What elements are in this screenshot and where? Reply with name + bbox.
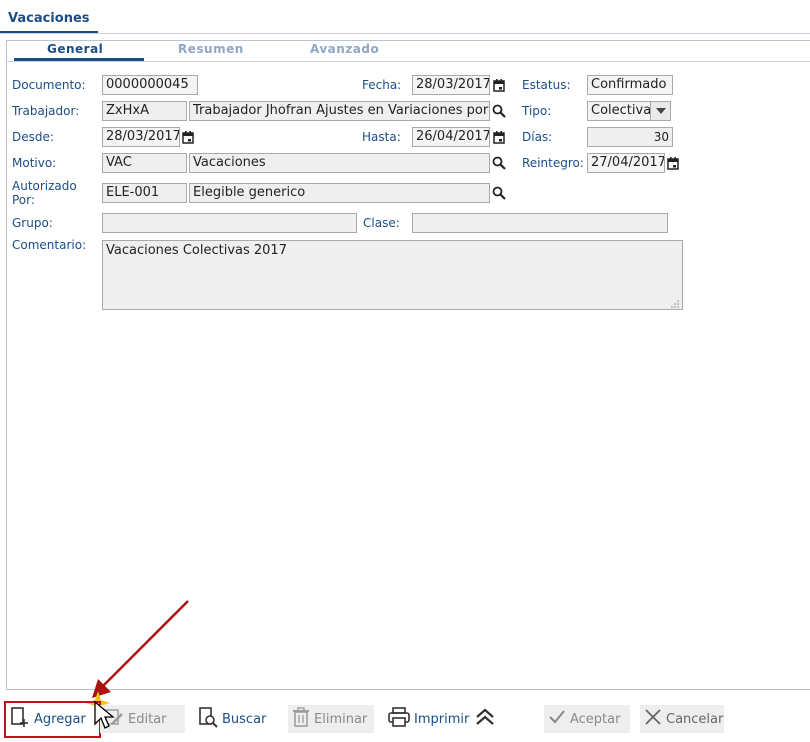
window-tab-divider xyxy=(0,33,810,34)
autorizado-label-line1: Autorizado xyxy=(12,179,77,193)
cancelar-label: Cancelar xyxy=(666,711,724,727)
autorizado-label-line2: Por: xyxy=(12,193,35,207)
resize-grip-icon[interactable] xyxy=(670,297,679,308)
grupo-label: Grupo: xyxy=(12,216,53,230)
motivo-label: Motivo: xyxy=(12,156,57,170)
eliminar-label: Eliminar xyxy=(314,711,368,727)
fecha-label: Fecha: xyxy=(362,78,402,92)
desde-label: Desde: xyxy=(12,130,54,144)
subtab-divider xyxy=(6,61,810,62)
documento-label: Documento: xyxy=(12,78,86,92)
autorizado-search-icon[interactable] xyxy=(491,185,507,201)
dias-field: 30 xyxy=(587,127,673,147)
clase-field[interactable] xyxy=(412,213,668,233)
comentario-text: Vacaciones Colectivas 2017 xyxy=(106,243,287,258)
agregar-label: Agregar xyxy=(34,711,86,727)
trabajador-name-field: Trabajador Jhofran Ajustes en Variacione… xyxy=(189,101,490,121)
trabajador-label: Trabajador: xyxy=(12,104,80,118)
check-icon xyxy=(548,709,566,729)
close-icon xyxy=(644,708,662,730)
eliminar-button[interactable]: Eliminar xyxy=(288,705,374,733)
estatus-label: Estatus: xyxy=(522,78,571,92)
documento-field[interactable]: 0000000045 xyxy=(102,75,198,95)
motivo-name-field: Vacaciones xyxy=(189,153,490,173)
desde-field[interactable]: 28/03/2017 xyxy=(102,127,180,147)
imprimir-label: Imprimir xyxy=(414,711,470,727)
grupo-field[interactable] xyxy=(102,213,357,233)
comentario-textarea[interactable]: Vacaciones Colectivas 2017 xyxy=(102,240,683,310)
add-document-icon xyxy=(10,706,30,732)
clase-label: Clase: xyxy=(363,216,400,230)
desde-calendar-icon[interactable] xyxy=(180,129,196,145)
fecha-calendar-icon[interactable] xyxy=(491,77,507,93)
mouse-cursor-icon xyxy=(94,700,115,729)
double-chevron-up-icon xyxy=(474,707,496,731)
motivo-search-icon[interactable] xyxy=(491,155,507,171)
fecha-field[interactable]: 28/03/2017 xyxy=(412,75,490,95)
hasta-field[interactable]: 26/04/2017 xyxy=(412,127,490,147)
estatus-field: Confirmado xyxy=(587,75,673,95)
collapse-button[interactable] xyxy=(470,705,500,733)
aceptar-button[interactable]: Aceptar xyxy=(544,705,630,733)
imprimir-button[interactable]: Imprimir xyxy=(384,705,473,733)
trash-icon xyxy=(292,707,310,731)
subtab-bar: General Resumen Avanzado xyxy=(6,41,810,61)
dias-label: Días: xyxy=(522,130,553,144)
hasta-calendar-icon[interactable] xyxy=(491,129,507,145)
autorizado-name-field: Elegible generico xyxy=(189,183,490,203)
aceptar-label: Aceptar xyxy=(570,711,621,727)
agregar-button[interactable]: Agregar xyxy=(6,705,90,733)
trabajador-search-icon[interactable] xyxy=(491,103,507,119)
tipo-label: Tipo: xyxy=(522,104,552,118)
reintegro-field[interactable]: 27/04/2017 xyxy=(587,153,665,173)
tipo-select[interactable]: Colectiva xyxy=(587,101,651,121)
editar-label: Editar xyxy=(128,711,167,727)
tipo-dropdown-icon[interactable] xyxy=(650,101,671,121)
window-tab-vacaciones[interactable]: Vacaciones xyxy=(0,8,98,34)
comentario-label: Comentario: xyxy=(12,238,87,252)
motivo-code-field[interactable]: VAC xyxy=(102,153,187,173)
search-document-icon xyxy=(198,706,218,732)
printer-icon xyxy=(388,707,410,731)
autorizado-code-field[interactable]: ELE-001 xyxy=(102,183,187,203)
cancelar-button[interactable]: Cancelar xyxy=(640,705,724,733)
tab-avanzado[interactable]: Avanzado xyxy=(310,42,379,56)
tab-resumen[interactable]: Resumen xyxy=(178,42,244,56)
reintegro-label: Reintegro: xyxy=(522,156,584,170)
buscar-label: Buscar xyxy=(222,711,267,727)
trabajador-code-field[interactable]: ZxHxA xyxy=(102,101,187,121)
tab-general[interactable]: General xyxy=(47,42,103,56)
hasta-label: Hasta: xyxy=(362,130,401,144)
reintegro-calendar-icon[interactable] xyxy=(665,155,681,171)
buscar-button[interactable]: Buscar xyxy=(194,705,270,733)
